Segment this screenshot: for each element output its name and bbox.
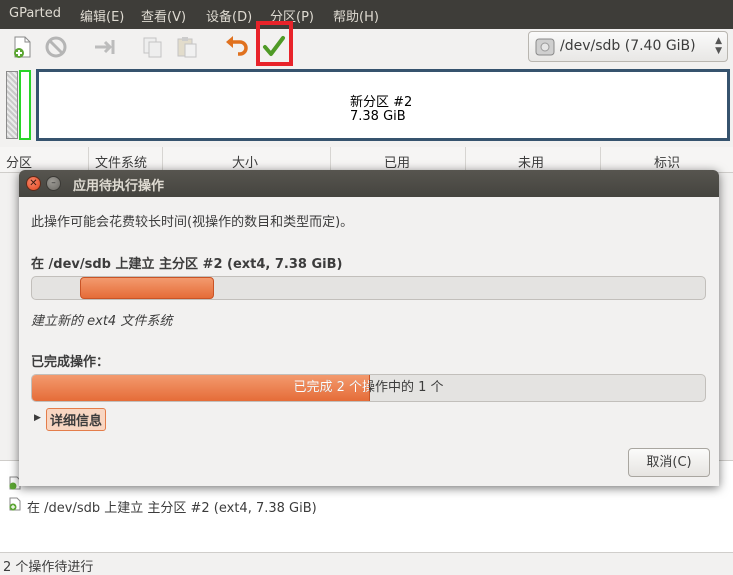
column-partition[interactable]: 分区 <box>6 152 32 171</box>
overall-progress-bar: 已完成 2 个操作中的 1 个 已完成 2 个操作中的 1 个 <box>31 374 706 402</box>
drive-icon <box>535 38 555 56</box>
partition-name: 新分区 #2 <box>350 95 413 110</box>
paste-icon[interactable] <box>174 34 200 60</box>
menu-help[interactable]: 帮助(H) <box>333 6 379 25</box>
completed-operations-label: 已完成操作： <box>31 355 110 370</box>
dialog-message: 此操作可能会花费较长时间(视操作的数目和类型而定)。 <box>31 215 354 230</box>
apply-operations-dialog: ✕ – 应用待执行操作 此操作可能会花费较长时间(视操作的数目和类型而定)。 在… <box>19 170 719 486</box>
resize-move-icon[interactable] <box>92 34 118 60</box>
menu-app-gparted[interactable]: GParted <box>9 6 61 21</box>
details-expander[interactable]: 详细信息 <box>46 408 107 431</box>
selected-partition-marker[interactable] <box>19 70 31 140</box>
column-unused[interactable]: 未用 <box>518 152 544 171</box>
device-selector[interactable]: /dev/sdb (7.40 GiB) ▲ ▼ <box>528 31 728 62</box>
partition-box[interactable]: 新分区 #2 7.38 GiB <box>36 69 730 141</box>
partition-graphic: 新分区 #2 7.38 GiB <box>0 66 733 146</box>
dialog-titlebar[interactable]: ✕ – 应用待执行操作 <box>19 170 719 197</box>
statusbar: 2 个操作待进行 <box>0 552 733 575</box>
menu-device[interactable]: 设备(D) <box>206 6 252 25</box>
new-partition-icon <box>9 497 21 511</box>
column-size[interactable]: 大小 <box>232 152 258 171</box>
column-filesystem[interactable]: 文件系统 <box>95 152 147 171</box>
operation-progress-bar <box>31 276 706 300</box>
current-operation: 在 /dev/sdb 上建立 主分区 #2 (ext4, 7.38 GiB) <box>31 257 343 272</box>
updown-arrow-icon: ▲ ▼ <box>715 36 722 56</box>
minimize-icon[interactable]: – <box>46 176 61 191</box>
new-partition-icon[interactable] <box>9 34 35 60</box>
menubar: GParted 编辑(E) 查看(V) 设备(D) 分区(P) 帮助(H) <box>0 0 733 29</box>
undo-icon[interactable] <box>223 34 249 60</box>
pending-op-item[interactable]: 在 /dev/sdb 上建立 主分区 #2 (ext4, 7.38 GiB) <box>27 497 317 516</box>
unallocated-segment[interactable] <box>6 71 18 139</box>
activity-pulse <box>80 277 214 299</box>
apply-highlight-box <box>256 21 293 66</box>
progress-text-inverse: 已完成 2 个操作中的 1 个 <box>293 380 368 395</box>
current-suboperation: 建立新的 ext4 文件系统 <box>31 314 173 329</box>
menu-edit[interactable]: 编辑(E) <box>80 6 124 25</box>
close-icon[interactable]: ✕ <box>26 176 41 191</box>
device-label: /dev/sdb (7.40 GiB) <box>560 38 696 54</box>
expander-triangle-icon[interactable]: ▶ <box>34 413 41 423</box>
dialog-title: 应用待执行操作 <box>73 179 165 194</box>
menu-view[interactable]: 查看(V) <box>141 6 186 25</box>
status-text: 2 个操作待进行 <box>3 560 94 575</box>
delete-icon[interactable] <box>43 34 69 60</box>
column-used[interactable]: 已用 <box>384 152 410 171</box>
cancel-button[interactable]: 取消(C) <box>628 448 710 477</box>
copy-icon[interactable] <box>140 34 166 60</box>
partition-size: 7.38 GiB <box>350 109 406 124</box>
progress-text-overlay: 已完成 2 个操作中的 1 个 <box>32 375 368 401</box>
column-flags[interactable]: 标识 <box>654 152 680 171</box>
